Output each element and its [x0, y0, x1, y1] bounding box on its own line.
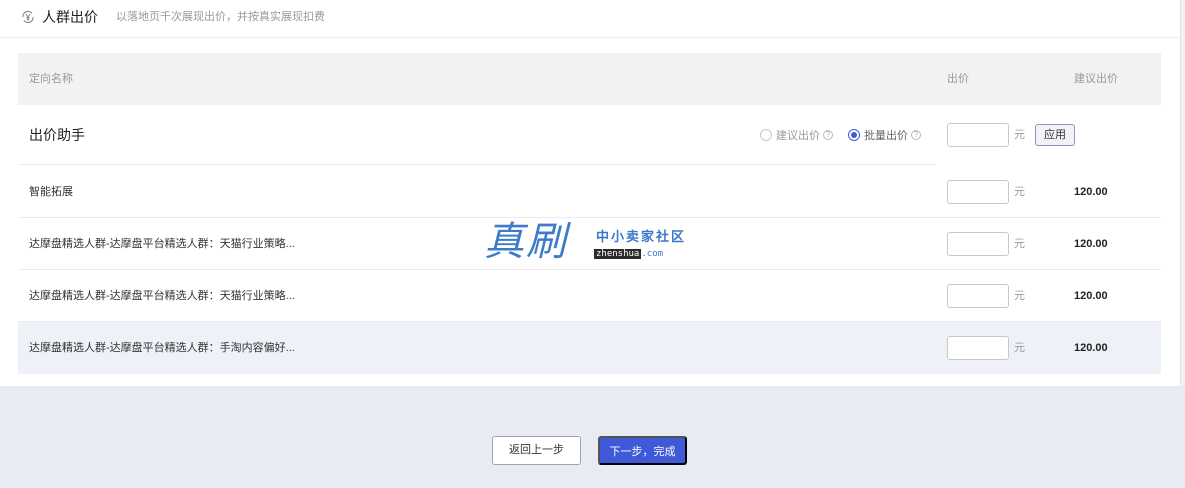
scrollbar-track[interactable] — [1180, 0, 1185, 386]
bid-input[interactable] — [947, 284, 1009, 308]
help-icon[interactable]: ? — [911, 130, 921, 140]
radio-circle-checked[interactable] — [848, 129, 860, 141]
bid-input[interactable] — [947, 180, 1009, 204]
help-icon[interactable]: ? — [823, 130, 833, 140]
apply-button[interactable]: 应用 — [1035, 124, 1075, 146]
bid-input[interactable] — [947, 336, 1009, 360]
unit-label: 元 — [1014, 342, 1025, 354]
unit-label: 元 — [1014, 238, 1025, 250]
main-panel: 人群出价 以落地页千次展现出价，并按真实展现扣费 定向名称 出价 建议出价 出价… — [0, 0, 1185, 386]
bid-input[interactable] — [947, 232, 1009, 256]
next-finish-button[interactable]: 下一步，完成 — [598, 436, 687, 465]
suggested-bid: 120.00 — [1074, 290, 1108, 302]
watermark-url-main: zhenshua — [594, 249, 642, 259]
radio-circle[interactable] — [760, 129, 772, 141]
unit-label: 元 — [1014, 290, 1025, 302]
divider — [18, 164, 936, 165]
section-subtitle: 以落地页千次展现出价，并按真实展现扣费 — [116, 11, 325, 23]
yen-refresh-icon — [20, 9, 36, 25]
table-row: 智能拓展 元 120.00 — [18, 166, 1161, 218]
watermark-url-tld: .com — [641, 249, 664, 259]
column-header-bid: 出价 — [947, 73, 969, 85]
batch-bid-input[interactable] — [947, 123, 1009, 147]
radio-suggested-bid[interactable]: 建议出价 ? — [760, 128, 833, 142]
radio-batch-bid[interactable]: 批量出价 ? — [848, 128, 921, 142]
section-title: 人群出价 — [42, 9, 98, 25]
watermark-url: zhenshua .com — [594, 248, 663, 260]
back-button[interactable]: 返回上一步 — [492, 436, 581, 465]
section-header: 人群出价 以落地页千次展现出价，并按真实展现扣费 — [0, 0, 1185, 38]
suggested-bid: 120.00 — [1074, 186, 1108, 198]
table-header: 定向名称 出价 建议出价 — [18, 53, 1161, 105]
suggested-bid: 120.00 — [1074, 238, 1108, 250]
watermark-community-text: 中小卖家社区 — [596, 229, 687, 244]
row-name: 达摩盘精选人群-达摩盘平台精选人群：天猫行业策略... — [29, 238, 295, 250]
radio-label: 建议出价 — [776, 130, 820, 142]
radio-label: 批量出价 — [864, 130, 908, 142]
suggested-bid: 120.00 — [1074, 342, 1108, 354]
column-header-name: 定向名称 — [29, 73, 73, 85]
table-row-hovered: 达摩盘精选人群-达摩盘平台精选人群：手淘内容偏好... 元 120.00 — [18, 322, 1161, 374]
row-name: 达摩盘精选人群-达摩盘平台精选人群：手淘内容偏好... — [29, 342, 295, 354]
unit-label: 元 — [1014, 129, 1025, 141]
table-row: 达摩盘精选人群-达摩盘平台精选人群：天猫行业策略... 元 120.00 — [18, 270, 1161, 322]
row-name: 智能拓展 — [29, 186, 73, 198]
watermark-logo: 真刷 中小卖家社区 zhenshua .com — [484, 218, 704, 266]
unit-label: 元 — [1014, 186, 1025, 198]
watermark-big-text: 真刷 — [484, 219, 568, 265]
column-header-suggested: 建议出价 — [1074, 73, 1118, 85]
bid-helper-row: 出价助手 建议出价 ? 批量出价 ? 元 应用 — [18, 106, 1161, 166]
bid-helper-title: 出价助手 — [29, 127, 85, 143]
row-name: 达摩盘精选人群-达摩盘平台精选人群：天猫行业策略... — [29, 290, 295, 302]
